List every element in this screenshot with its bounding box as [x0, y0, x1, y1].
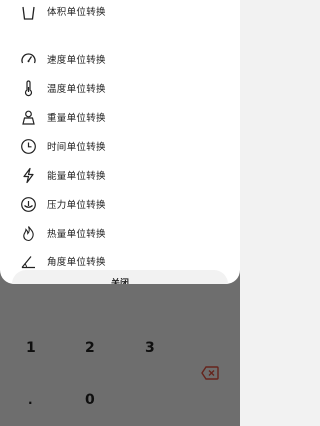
converter-sheet: 体积单位转换 速度单位转换 温度单位转换 重量单位转换 时间单位转换 能量单位转… [0, 0, 240, 284]
lightning-icon [23, 167, 34, 184]
angle-icon [21, 256, 35, 269]
pressure-icon [21, 197, 36, 212]
menu-item-label: 能量单位转换 [47, 171, 106, 182]
menu-item-label: 热量单位转换 [47, 229, 106, 240]
menu-item-label: 时间单位转换 [47, 142, 106, 153]
clock-icon [21, 139, 36, 154]
menu-item-label: 温度单位转换 [47, 84, 106, 95]
menu-item-speed[interactable]: 速度单位转换 [0, 46, 240, 74]
menu-item-heat[interactable]: 热量单位转换 [0, 220, 240, 248]
menu-item-weight[interactable]: 重量单位转换 [0, 104, 240, 132]
menu-item-temperature[interactable]: 温度单位转换 [0, 75, 240, 103]
menu-item-label: 角度单位转换 [47, 257, 106, 268]
thermometer-icon [24, 80, 33, 97]
menu-item-label: 体积单位转换 [47, 7, 106, 18]
menu-item-energy[interactable]: 能量单位转换 [0, 162, 240, 190]
menu-item-volume[interactable]: 体积单位转换 [0, 0, 240, 28]
menu-item-label: 速度单位转换 [47, 55, 106, 66]
menu-item-label: 压力单位转换 [47, 200, 106, 211]
flame-icon [23, 226, 34, 242]
speedometer-icon [21, 53, 36, 64]
cup-icon [22, 6, 35, 20]
menu-item-label: 重量单位转换 [47, 113, 106, 124]
menu-item-pressure[interactable]: 压力单位转换 [0, 191, 240, 219]
close-button[interactable]: 关闭 [12, 270, 228, 284]
weight-icon [22, 110, 35, 125]
menu-item-time[interactable]: 时间单位转换 [0, 133, 240, 161]
